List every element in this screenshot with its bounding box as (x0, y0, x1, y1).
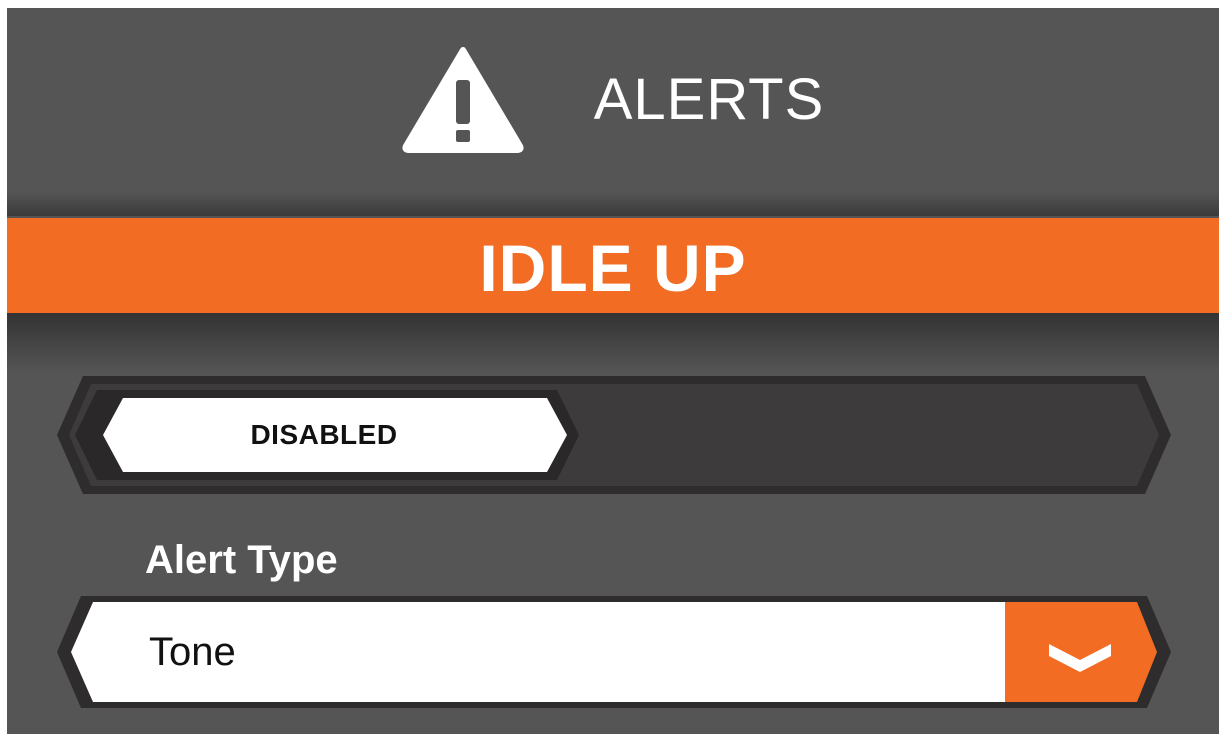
alert-type-label: Alert Type (145, 538, 338, 582)
header-title: ALERTS (593, 66, 825, 132)
alert-type-select[interactable]: Tone (57, 596, 1171, 708)
enable-toggle[interactable]: DISABLED (57, 376, 1171, 494)
alerts-screen: ALERTS IDLE UP DISABLED Alert Type Tone (7, 8, 1219, 734)
header: ALERTS (7, 8, 1219, 216)
chevron-down-icon[interactable] (1005, 604, 1155, 700)
toggle-state-label: DISABLED (250, 419, 398, 450)
header-content: ALERTS (7, 8, 1219, 188)
title-bar-shadow (7, 313, 1219, 373)
warning-icon (402, 47, 524, 153)
alert-name-title: IDLE UP (479, 230, 747, 305)
title-bar: IDLE UP (7, 218, 1219, 313)
header-divider (7, 192, 1219, 216)
alert-type-value: Tone (149, 629, 236, 674)
